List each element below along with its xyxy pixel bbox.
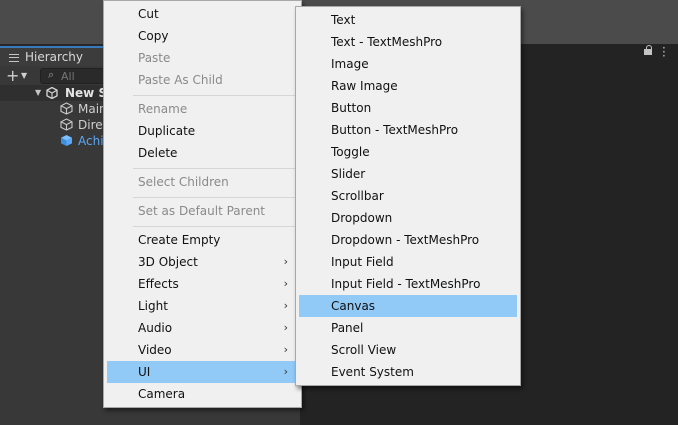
menu-item-paste[interactable]: Paste xyxy=(107,47,298,69)
menu-item-light[interactable]: Light › xyxy=(107,295,298,317)
menu-item-3d-object[interactable]: 3D Object › xyxy=(107,251,298,273)
menu-item-duplicate[interactable]: Duplicate xyxy=(107,120,298,142)
submenu-item-raw-image[interactable]: Raw Image xyxy=(299,75,517,97)
menu-item-effects[interactable]: Effects › xyxy=(107,273,298,295)
menu-item-copy[interactable]: Copy xyxy=(107,25,298,47)
chevron-right-icon: › xyxy=(283,255,288,268)
menu-item-cut[interactable]: Cut xyxy=(107,3,298,25)
ui-submenu: Text Text - TextMeshPro Image Raw Image … xyxy=(295,6,521,386)
menu-separator xyxy=(133,95,297,96)
submenu-item-button[interactable]: Button xyxy=(299,97,517,119)
submenu-item-dropdown-tmp[interactable]: Dropdown - TextMeshPro xyxy=(299,229,517,251)
more-options-icon[interactable]: · · · xyxy=(662,42,666,62)
chevron-right-icon: › xyxy=(283,343,288,356)
hamburger-icon xyxy=(9,54,19,62)
tab-hierarchy-label: Hierarchy xyxy=(25,50,84,64)
submenu-item-image[interactable]: Image xyxy=(299,53,517,75)
submenu-item-panel[interactable]: Panel xyxy=(299,317,517,339)
menu-item-video[interactable]: Video › xyxy=(107,339,298,361)
gameobject-cube-icon xyxy=(60,102,73,115)
gameobject-cube-icon xyxy=(60,118,73,131)
chevron-right-icon: › xyxy=(283,299,288,312)
prefab-cube-icon xyxy=(61,135,72,146)
submenu-item-button-tmp[interactable]: Button - TextMeshPro xyxy=(299,119,517,141)
menu-item-paste-as-child[interactable]: Paste As Child xyxy=(107,69,298,91)
menu-item-create-empty[interactable]: Create Empty xyxy=(107,229,298,251)
submenu-item-input-field-tmp[interactable]: Input Field - TextMeshPro xyxy=(299,273,517,295)
tab-hierarchy[interactable]: Hierarchy xyxy=(0,46,108,66)
chevron-down-icon[interactable]: ▼ xyxy=(21,71,27,80)
submenu-item-canvas[interactable]: Canvas xyxy=(299,295,517,317)
menu-item-rename[interactable]: Rename xyxy=(107,98,298,120)
chevron-right-icon: › xyxy=(283,277,288,290)
search-icon: ⌕ xyxy=(48,68,55,81)
submenu-item-text[interactable]: Text xyxy=(299,9,517,31)
submenu-item-input-field[interactable]: Input Field xyxy=(299,251,517,273)
submenu-item-event-system[interactable]: Event System xyxy=(299,361,517,383)
fold-arrow-icon[interactable]: ▼ xyxy=(35,85,41,101)
menu-item-ui[interactable]: UI › xyxy=(107,361,298,383)
menu-item-camera[interactable]: Camera xyxy=(107,383,298,405)
chevron-right-icon: › xyxy=(283,321,288,334)
submenu-item-scrollbar[interactable]: Scrollbar xyxy=(299,185,517,207)
add-button[interactable]: + xyxy=(6,67,19,85)
menu-item-audio[interactable]: Audio › xyxy=(107,317,298,339)
menu-separator xyxy=(133,168,297,169)
list-item-label: Achi xyxy=(78,134,104,148)
scene-name: New S xyxy=(65,86,108,100)
submenu-item-scroll-view[interactable]: Scroll View xyxy=(299,339,517,361)
menu-item-set-default-parent[interactable]: Set as Default Parent xyxy=(107,200,298,222)
submenu-item-toggle[interactable]: Toggle xyxy=(299,141,517,163)
submenu-item-text-tmp[interactable]: Text - TextMeshPro xyxy=(299,31,517,53)
menu-item-select-children[interactable]: Select Children xyxy=(107,171,298,193)
menu-item-delete[interactable]: Delete xyxy=(107,142,298,164)
submenu-item-slider[interactable]: Slider xyxy=(299,163,517,185)
submenu-item-dropdown[interactable]: Dropdown xyxy=(299,207,517,229)
menu-separator xyxy=(133,226,297,227)
chevron-right-icon: › xyxy=(283,365,288,378)
context-menu: Cut Copy Paste Paste As Child Rename Dup… xyxy=(103,0,302,408)
unity-scene-icon xyxy=(46,87,58,99)
lock-icon[interactable] xyxy=(644,45,652,55)
menu-separator xyxy=(133,197,297,198)
